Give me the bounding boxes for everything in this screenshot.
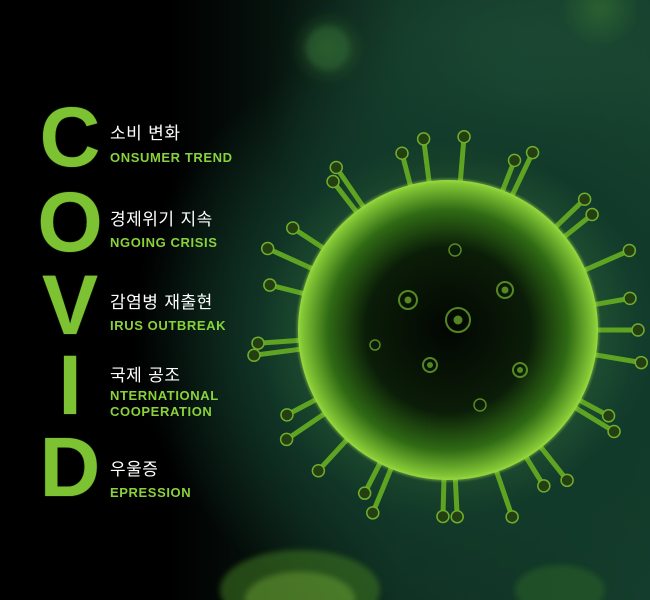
label-english-cooperation: COOPERATION bbox=[110, 404, 213, 419]
virus-spike-tip bbox=[247, 348, 261, 363]
virus-spike-tip bbox=[634, 355, 648, 370]
background-virus-top-right bbox=[560, 0, 640, 48]
label-english-ongoing-crisis: NGOING CRISIS bbox=[110, 235, 218, 250]
background-virus-bottom bbox=[220, 550, 380, 600]
virus-spike-tip bbox=[357, 486, 372, 500]
virus-spike-tip bbox=[507, 153, 522, 168]
virus-spike-tip bbox=[623, 291, 637, 306]
virus-spike-tip bbox=[577, 192, 592, 206]
virus-spike-tip bbox=[251, 336, 265, 350]
background-virus-bottom-right bbox=[515, 565, 605, 600]
virus-spike-tip bbox=[450, 509, 464, 524]
covid-poster: C 소비 변화 ONSUMER TREND O 경제위기 지속 NGOING C… bbox=[0, 0, 650, 600]
label-korean-depression: 우울증 bbox=[110, 460, 159, 480]
label-korean-virus-outbreak: 감염병 재출현 bbox=[110, 293, 213, 313]
virus-spike-tip bbox=[585, 207, 599, 222]
letter-d: D bbox=[39, 420, 101, 514]
virus-spike-tip bbox=[260, 241, 275, 256]
virus-spike-tip bbox=[631, 323, 645, 337]
virus-spike-tip bbox=[622, 243, 637, 258]
background-virus-top bbox=[290, 10, 366, 86]
label-english-depression: EPRESSION bbox=[110, 485, 192, 500]
virus-spike-tip bbox=[537, 479, 551, 493]
virus-spike-tip bbox=[457, 130, 471, 144]
letter-c: C bbox=[39, 90, 101, 184]
virus-spike-tip bbox=[311, 463, 326, 478]
virus-spike-tip bbox=[601, 409, 616, 423]
virus-spike-tip bbox=[326, 174, 340, 189]
virus-spike-tip bbox=[366, 506, 380, 520]
letter-o: O bbox=[37, 175, 103, 269]
virus-spike-tip bbox=[436, 509, 450, 524]
virus-spike-tip bbox=[286, 221, 300, 235]
virus-spike-tip bbox=[416, 132, 431, 146]
virus-spike-tip bbox=[395, 146, 409, 161]
virus-spike-tip bbox=[505, 510, 519, 524]
virus-main bbox=[247, 130, 648, 524]
label-english-international: NTERNATIONAL bbox=[110, 388, 219, 403]
label-english-consumer-trend: ONSUMER TREND bbox=[110, 150, 233, 165]
virus-spike-tip bbox=[329, 160, 344, 175]
virus-spike-tip bbox=[280, 408, 294, 422]
virus-spike-tip bbox=[560, 473, 574, 488]
letter-i: I bbox=[58, 338, 82, 432]
virus-spike-tip bbox=[279, 432, 294, 447]
label-english-virus-outbreak: IRUS OUTBREAK bbox=[110, 318, 227, 333]
label-korean-ongoing-crisis: 경제위기 지속 bbox=[110, 210, 213, 230]
letter-v: V bbox=[41, 258, 99, 352]
virus-spike-tip bbox=[607, 424, 621, 439]
virus-spike-tip bbox=[263, 278, 277, 292]
label-korean-international-cooperation: 국제 공조 bbox=[110, 366, 181, 386]
virus-spike-tip bbox=[525, 145, 540, 160]
label-korean-consumer-trend: 소비 변화 bbox=[110, 124, 181, 144]
